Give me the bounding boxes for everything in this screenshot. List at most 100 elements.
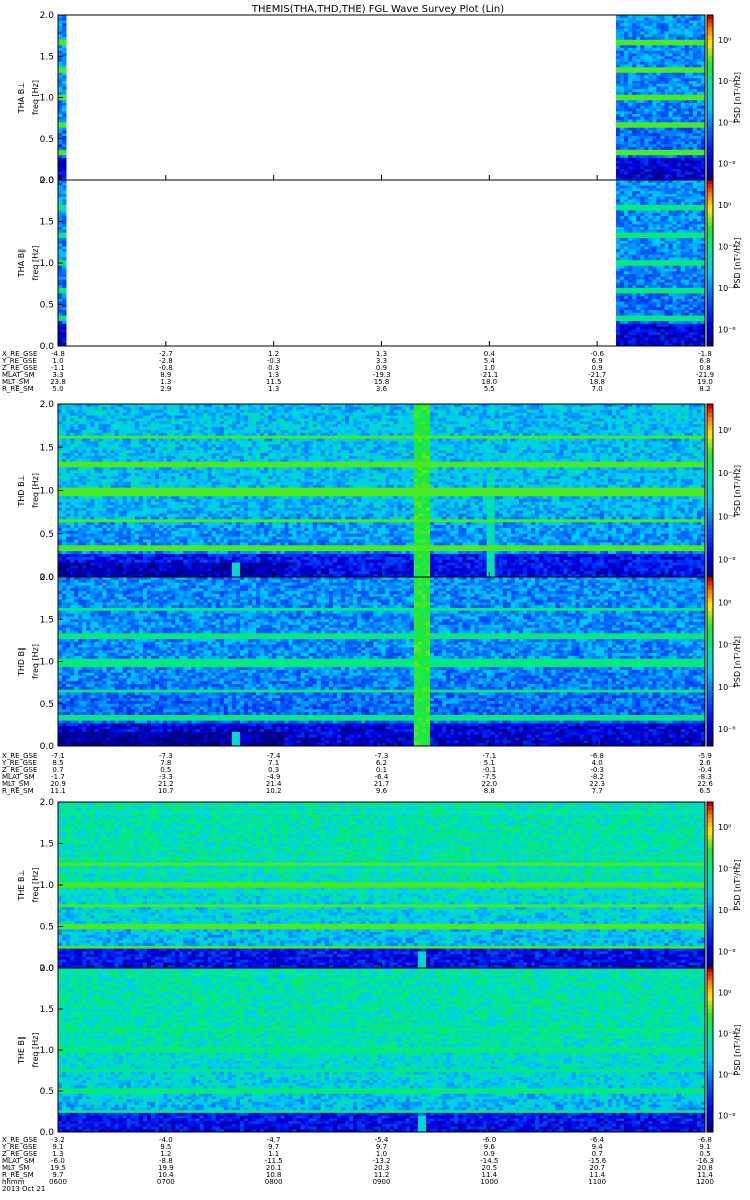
spectrogram-cell bbox=[696, 215, 702, 220]
spectrogram-cell bbox=[696, 53, 702, 57]
spectrogram-cell bbox=[62, 312, 67, 316]
spectrogram-cell bbox=[62, 441, 67, 445]
spectrogram-cell bbox=[62, 48, 67, 52]
spectrogram-cell bbox=[167, 559, 172, 563]
spectrogram-cell bbox=[696, 204, 702, 209]
spectrogram-cell bbox=[163, 568, 168, 572]
spectrogram-cell bbox=[692, 86, 698, 90]
spectrogram-cell bbox=[676, 166, 682, 170]
spectrogram-cell bbox=[648, 78, 653, 82]
spectrogram-cell bbox=[146, 556, 152, 561]
spectrogram-cell bbox=[632, 67, 637, 71]
spectrogram-cell bbox=[656, 337, 661, 341]
spectrogram-cell bbox=[628, 169, 633, 173]
spectrogram-cell bbox=[58, 499, 63, 503]
spectrogram-cell bbox=[138, 470, 144, 474]
spectrogram-cell bbox=[660, 130, 665, 134]
spectrogram-cell bbox=[632, 232, 637, 236]
spectrogram-cell bbox=[628, 94, 633, 98]
spectrogram-cell bbox=[668, 235, 674, 239]
spectrogram-cell bbox=[102, 444, 107, 448]
spectrogram-cell bbox=[167, 467, 172, 471]
spectrogram-cell bbox=[171, 522, 176, 526]
spectrogram-cell bbox=[676, 61, 682, 65]
spectrogram-cell bbox=[114, 551, 120, 555]
spectrogram-cell bbox=[668, 166, 674, 170]
spectrogram-cell bbox=[656, 199, 661, 203]
spectrogram-cell bbox=[664, 141, 669, 145]
spectrogram-cell bbox=[167, 516, 172, 520]
spectrogram-cell bbox=[660, 122, 665, 126]
spectrogram-cell bbox=[151, 484, 156, 489]
spectrogram-cell bbox=[134, 412, 140, 416]
spectrogram-cell bbox=[648, 204, 653, 209]
colorbar-swatch bbox=[707, 167, 713, 173]
spectrogram-cell bbox=[688, 122, 694, 126]
colorbar-swatch bbox=[707, 333, 713, 338]
spectrogram-cell bbox=[688, 240, 694, 245]
spectrogram-cell bbox=[684, 133, 690, 137]
spectrogram-cell bbox=[82, 553, 87, 558]
spectrogram-cell bbox=[620, 103, 625, 107]
spectrogram-cell bbox=[684, 199, 690, 203]
spectrogram-cell bbox=[66, 461, 71, 465]
spectrogram-cell bbox=[636, 238, 641, 242]
spectrogram-cell bbox=[660, 94, 665, 98]
spectrogram-cell bbox=[688, 221, 694, 225]
spectrogram-cell bbox=[640, 23, 645, 27]
spectrogram-cell bbox=[660, 97, 665, 101]
spectrogram-cell bbox=[640, 75, 645, 79]
spectrogram-cell bbox=[58, 276, 63, 280]
spectrogram-cell bbox=[668, 26, 674, 30]
spectrogram-cell bbox=[688, 119, 694, 123]
spectrogram-cell bbox=[620, 130, 625, 134]
spectrogram-cell bbox=[86, 527, 91, 532]
spectrogram-cell bbox=[696, 152, 702, 156]
spectrogram-cell bbox=[656, 122, 661, 126]
spectrogram-cell bbox=[82, 476, 87, 480]
spectrogram-cell bbox=[616, 50, 621, 54]
spectrogram-cell bbox=[66, 522, 71, 526]
spectrogram-cell bbox=[159, 502, 164, 506]
spectrogram-cell bbox=[90, 527, 95, 532]
spectrogram-cell bbox=[676, 298, 682, 303]
spectrogram-cell bbox=[167, 424, 172, 428]
spectrogram-cell bbox=[668, 282, 674, 286]
spectrogram-cell bbox=[62, 296, 67, 300]
spectrogram-cell bbox=[628, 92, 633, 96]
spectrogram-cell bbox=[74, 450, 79, 454]
spectrogram-cell bbox=[688, 337, 694, 341]
spectrogram-cell bbox=[155, 539, 160, 543]
spectrogram-cell bbox=[62, 28, 67, 32]
spectrogram-cell bbox=[58, 504, 63, 509]
spectrogram-cell bbox=[636, 122, 641, 126]
spectrogram-cell bbox=[134, 455, 140, 460]
spectrogram-cell bbox=[90, 444, 95, 448]
spectrogram-cell bbox=[171, 513, 176, 517]
spectrogram-cell bbox=[652, 100, 657, 104]
spectrogram-cell bbox=[74, 571, 79, 575]
spectrogram-cell bbox=[175, 516, 180, 520]
spectrogram-cell bbox=[163, 412, 168, 416]
spectrogram-cell bbox=[159, 507, 164, 512]
spectrogram-cell bbox=[66, 484, 71, 489]
spectrogram-cell bbox=[175, 478, 180, 483]
spectrogram-cell bbox=[58, 78, 63, 82]
spectrogram-cell bbox=[142, 539, 148, 543]
spectrogram-cell bbox=[636, 207, 641, 211]
spectrogram-cell bbox=[134, 542, 140, 546]
spectrogram-cell bbox=[624, 243, 629, 247]
spectrogram-cell bbox=[684, 56, 690, 60]
spectrogram-cell bbox=[688, 61, 694, 65]
spectrogram-cell bbox=[159, 435, 164, 439]
spectrogram-cell bbox=[171, 441, 176, 445]
spectrogram-cell bbox=[114, 565, 120, 569]
spectrogram-cell bbox=[688, 254, 694, 258]
spectrogram-cell bbox=[62, 271, 67, 275]
spectrogram-cell bbox=[620, 70, 625, 74]
spectrogram-cell bbox=[672, 17, 678, 21]
spectrogram-cell bbox=[155, 510, 160, 514]
spectrogram-cell bbox=[664, 31, 669, 35]
spectrogram-cell bbox=[106, 536, 111, 540]
spectrogram-cell bbox=[680, 119, 686, 123]
